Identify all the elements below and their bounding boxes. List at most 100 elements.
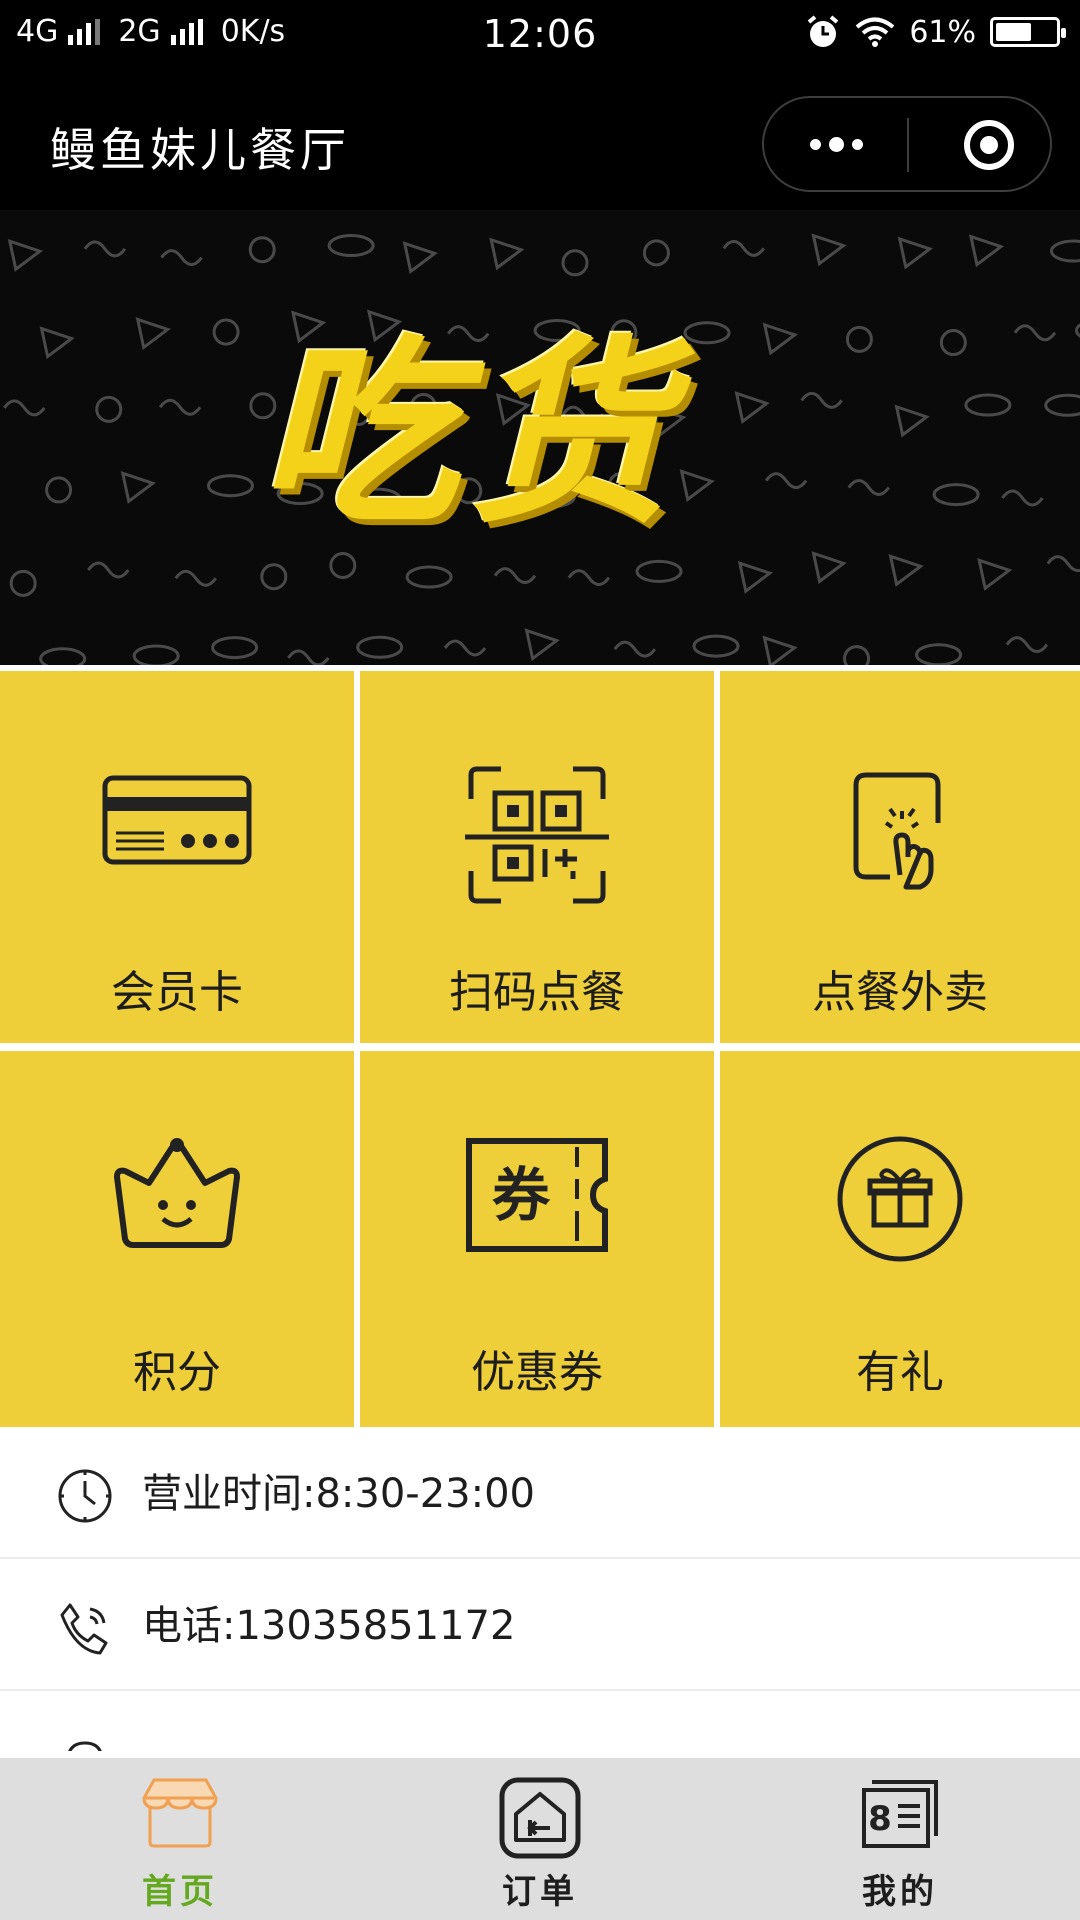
doodle-shape bbox=[968, 234, 1005, 268]
battery-fill bbox=[996, 23, 1031, 41]
doodle-shape bbox=[327, 234, 375, 258]
doodle-shape bbox=[567, 569, 611, 587]
doodle-shape bbox=[45, 476, 73, 504]
doodle-shape bbox=[939, 329, 967, 357]
doodle-shape bbox=[160, 249, 203, 267]
doodle-shape bbox=[443, 639, 487, 657]
tab-orders[interactable]: 订单 bbox=[360, 1758, 720, 1920]
doodle-shape bbox=[174, 569, 217, 587]
doodle-shape bbox=[692, 634, 740, 658]
doodle-shape bbox=[613, 640, 657, 658]
grid-item-points[interactable]: 积分 bbox=[0, 1051, 354, 1427]
grid-item-label: 积分 bbox=[133, 1347, 221, 1398]
grid-item-scan-order[interactable]: 扫码点餐 bbox=[360, 671, 714, 1043]
more-button[interactable] bbox=[764, 98, 908, 190]
banner-title: 吃货 bbox=[258, 318, 679, 551]
doodle-shape bbox=[211, 636, 259, 660]
grid-item-coupons[interactable]: 券 优惠券 bbox=[360, 1051, 714, 1427]
doodle-shape bbox=[722, 239, 766, 257]
doodle-shape bbox=[287, 649, 330, 665]
tab-label: 订单 bbox=[502, 1872, 578, 1912]
page-title: 鳗鱼妹儿餐厅 bbox=[50, 123, 350, 177]
doodle-shape bbox=[894, 404, 930, 438]
doodle-shape bbox=[95, 395, 123, 423]
capsule-divider bbox=[907, 118, 909, 172]
svg-text:8: 8 bbox=[868, 1799, 892, 1839]
doodle-shape bbox=[39, 326, 75, 360]
tab-label: 我的 bbox=[862, 1872, 938, 1912]
tab-bar: 首页 订单 8 我的 bbox=[0, 1758, 1080, 1920]
doodle-shape bbox=[932, 483, 980, 507]
more-dot-icon bbox=[809, 138, 821, 150]
grid-item-gifts[interactable]: 有礼 bbox=[720, 1051, 1080, 1427]
doodle-shape bbox=[248, 236, 276, 264]
doodle-shape bbox=[1005, 636, 1049, 654]
coupon-icon: 券 bbox=[466, 1138, 608, 1252]
doodle-shape bbox=[9, 569, 37, 597]
more-dot-icon bbox=[851, 138, 863, 150]
doodle-shape bbox=[811, 551, 847, 584]
grid-item-takeout-order[interactable]: 点餐外卖 bbox=[720, 671, 1080, 1043]
doodle-shape bbox=[1074, 323, 1080, 338]
doodle-shape bbox=[356, 635, 404, 659]
doodle-shape bbox=[524, 628, 560, 662]
doodle-shape bbox=[329, 552, 357, 580]
doodle-shape bbox=[811, 233, 847, 267]
doodle-shape bbox=[402, 241, 438, 275]
grid-item-label: 点餐外卖 bbox=[812, 967, 988, 1018]
doodle-shape bbox=[977, 558, 1013, 591]
business-hours-text: 营业时间:8:30-23:00 bbox=[142, 1471, 536, 1517]
feature-grid: 会员卡 扫码点餐 点餐外卖 积分 券 优惠券 有礼 bbox=[0, 665, 1080, 1427]
doodle-shape bbox=[845, 325, 873, 353]
doodle-shape bbox=[7, 238, 43, 272]
svg-text:券: 券 bbox=[492, 1161, 551, 1229]
doodle-shape bbox=[405, 565, 453, 589]
mini-program-capsule bbox=[762, 96, 1052, 192]
doodle-shape bbox=[888, 554, 924, 587]
doodle-shape bbox=[1013, 324, 1057, 342]
grid-item-label: 有礼 bbox=[856, 1347, 944, 1398]
battery-percent: 61% bbox=[909, 14, 976, 50]
grid-item-label: 优惠券 bbox=[471, 1347, 603, 1398]
doodle-shape bbox=[762, 635, 798, 665]
doodle-shape bbox=[493, 567, 537, 585]
membership-card-icon bbox=[102, 775, 252, 865]
close-target-icon[interactable] bbox=[964, 120, 1014, 170]
grid-item-label: 会员卡 bbox=[111, 967, 243, 1018]
location-pin-icon bbox=[68, 1741, 102, 1751]
doodle-shape bbox=[3, 399, 46, 417]
status-bar: 4G 2G 0K/s 12:06 61% bbox=[0, 0, 1080, 70]
storefront-icon bbox=[142, 1778, 218, 1848]
phone-icon bbox=[60, 1603, 108, 1655]
phone-row[interactable]: 电话:13035851172 bbox=[0, 1559, 1080, 1691]
doodle-shape bbox=[964, 393, 1012, 417]
tab-label: 首页 bbox=[142, 1872, 218, 1912]
doodle-shape bbox=[843, 645, 871, 665]
doodle-shape bbox=[260, 563, 288, 591]
doodle-shape bbox=[642, 239, 670, 267]
status-right: 61% bbox=[805, 14, 1066, 50]
clock-icon bbox=[58, 1469, 112, 1523]
doodle-shape bbox=[1044, 393, 1080, 417]
business-hours-row: 营业时间:8:30-23:00 bbox=[0, 1427, 1080, 1559]
doodle-shape bbox=[561, 249, 589, 277]
alarm-icon bbox=[808, 15, 839, 47]
doodle-shape bbox=[83, 240, 127, 258]
grid-item-membership-card[interactable]: 会员卡 bbox=[0, 671, 354, 1043]
doodle-shape bbox=[132, 644, 180, 665]
order-icon bbox=[499, 1777, 581, 1859]
banner[interactable]: 吃货 bbox=[0, 210, 1080, 665]
more-dot-icon bbox=[828, 136, 844, 152]
gift-icon bbox=[837, 1136, 963, 1262]
doodle-shape bbox=[87, 561, 130, 579]
qr-scan-icon bbox=[465, 766, 609, 904]
doodle-shape bbox=[489, 237, 525, 271]
tab-profile[interactable]: 8 我的 bbox=[720, 1758, 1080, 1920]
grid-item-label: 扫码点餐 bbox=[449, 967, 625, 1018]
doodle-shape bbox=[897, 236, 933, 270]
doodle-shape bbox=[847, 479, 891, 497]
doodle-shape bbox=[135, 317, 171, 351]
address-row[interactable] bbox=[0, 1691, 1080, 1751]
tap-order-icon bbox=[853, 772, 941, 890]
tab-home[interactable]: 首页 bbox=[0, 1758, 360, 1920]
